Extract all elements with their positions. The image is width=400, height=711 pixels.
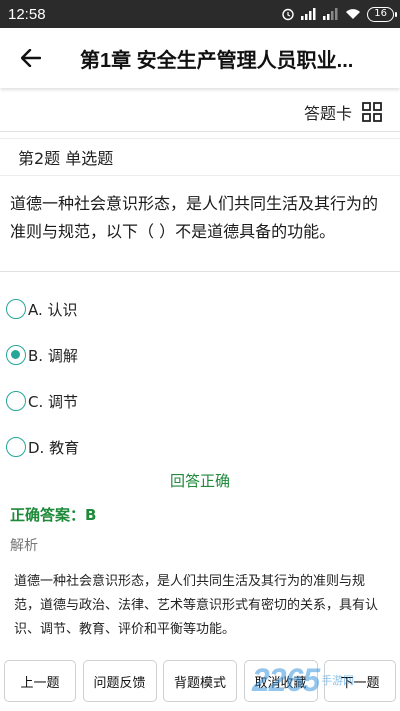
option-c[interactable]: C. 调节	[6, 378, 396, 424]
status-bar: 12:58 16	[0, 0, 400, 28]
analysis-text: 道德一种社会意识形态，是人们共同生活及其行为的准则与规范，道德与政治、法律、艺术…	[14, 574, 379, 637]
option-a[interactable]: A. 认识	[6, 286, 396, 332]
option-b[interactable]: B. 调解	[6, 332, 396, 378]
battery-indicator: 16	[367, 6, 397, 22]
radio-unchecked-icon[interactable]	[6, 299, 26, 319]
unfavorite-button[interactable]: 取消收藏	[243, 660, 318, 702]
bottom-toolbar: 上一题 问题反馈 背题模式 取消收藏 下一题	[0, 660, 400, 706]
prev-question-button[interactable]: 上一题	[4, 660, 76, 702]
question-type-label: 第2题 单选题	[0, 138, 400, 176]
status-time: 12:58	[8, 5, 46, 23]
wifi-icon	[345, 8, 361, 20]
option-label: C. 调节	[28, 392, 79, 411]
feedback-button[interactable]: 问题反馈	[82, 660, 157, 702]
grid-icon	[362, 101, 382, 122]
back-button[interactable]	[0, 28, 62, 88]
answer-card-button[interactable]: 答题卡	[0, 92, 400, 132]
app-bar: 第1章 安全生产管理人员职业...	[0, 28, 400, 88]
options-list: A. 认识 B. 调解 C. 调节 D. 教育	[6, 286, 396, 470]
analysis-heading: 解析	[10, 538, 38, 554]
signal-icon-2	[323, 8, 339, 20]
alarm-icon	[281, 7, 295, 21]
radio-unchecked-icon[interactable]	[6, 391, 26, 411]
option-label: B. 调解	[28, 346, 78, 365]
signal-icon	[301, 8, 317, 20]
option-label: D. 教育	[28, 438, 80, 457]
option-label: A. 认识	[28, 300, 78, 319]
radio-checked-icon[interactable]	[6, 345, 26, 365]
correct-answer: 正确答案：B	[10, 506, 97, 524]
recite-mode-button[interactable]: 背题模式	[163, 660, 237, 702]
radio-unchecked-icon[interactable]	[6, 437, 26, 457]
option-d[interactable]: D. 教育	[6, 424, 396, 470]
result-status: 回答正确	[169, 472, 230, 490]
status-icons: 16	[281, 6, 397, 22]
question-text: 道德一种社会意识形态，是人们共同生活及其行为的准则与规范，以下（ ）不是道德具备…	[10, 194, 379, 241]
arrow-left-icon	[21, 49, 41, 67]
answer-card-label: 答题卡	[303, 103, 352, 123]
next-question-button[interactable]: 下一题	[324, 660, 396, 702]
page-title: 第1章 安全生产管理人员职业...	[80, 49, 354, 72]
divider	[0, 271, 400, 272]
